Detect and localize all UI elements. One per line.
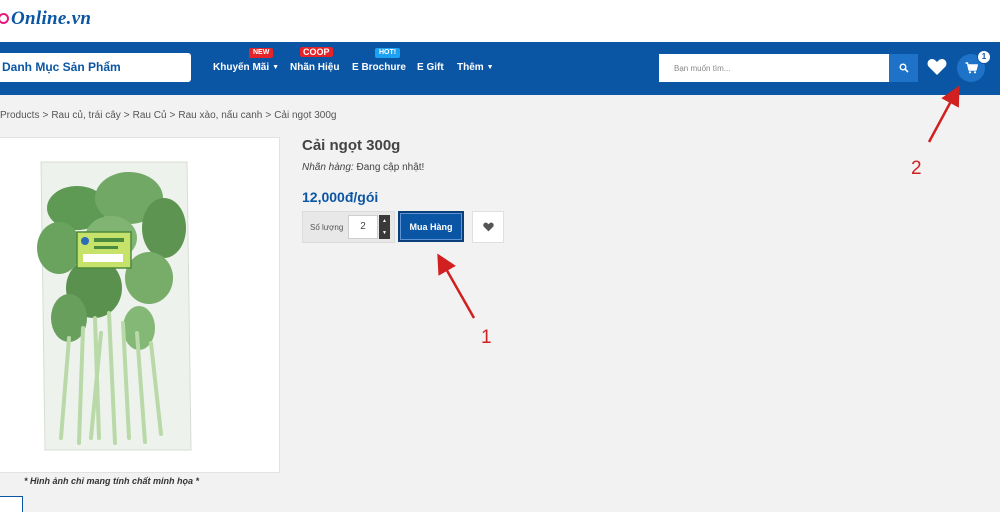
annotation-arrow-2: [927, 85, 960, 143]
annotation-label-1: 1: [481, 327, 492, 348]
annotation-label-2: 2: [911, 158, 922, 179]
annotation-arrow-1: [437, 253, 476, 319]
annotation-overlay: [437, 85, 960, 319]
